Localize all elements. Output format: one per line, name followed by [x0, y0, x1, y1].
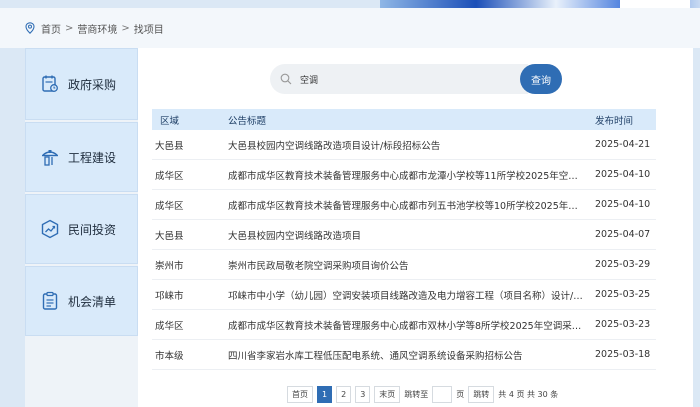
table-body: 大邑县 大邑县校园内空调线路改造项目设计/标段招标公告 2025-04-21 成华区成…	[152, 130, 656, 370]
row-region: 邛崃市	[155, 290, 184, 302]
breadcrumb-separator: >	[65, 22, 74, 34]
checklist-icon	[42, 291, 58, 310]
row-date: 2025-03-29	[595, 259, 651, 270]
last-page-button[interactable]: 末页	[374, 385, 401, 403]
table-row[interactable]: 大邑县 大邑县校园内空调线路改造项目设计/标段招标公告 2025-04-21	[152, 130, 656, 160]
page-number-input[interactable]	[432, 385, 453, 403]
row-date: 2025-03-23	[595, 319, 651, 330]
row-title-link[interactable]: 成都市成华区教育技术装备管理服务中心成都市双林小学等8所学校2025年空调采购.…	[228, 318, 593, 332]
row-date: 2025-04-21	[595, 139, 651, 150]
sidebar-item-label: 民间投资	[68, 222, 117, 237]
table-row[interactable]: 大邑县 大邑县校园内空调线路改造项目 2025-04-07	[152, 220, 656, 250]
row-date: 2025-03-25	[595, 289, 651, 300]
table-row[interactable]: 成华区 成都市成华区教育技术装备管理服务中心成都市龙潭小学校等11所学校2025年…	[152, 160, 656, 190]
page-button-3[interactable]: 3	[355, 385, 371, 403]
search-button[interactable]: 查询	[520, 64, 562, 94]
breadcrumb-separator: >	[121, 22, 130, 34]
sidebar-item-label: 机会清单	[68, 294, 117, 309]
header-title: 公告标题	[228, 115, 267, 127]
sidebar-item-label: 政府采购	[68, 77, 117, 92]
search-field[interactable]	[270, 64, 528, 94]
results-table: 区域 公告标题 发布时间 大邑县 大邑县校园内空调线路改造项目设计/标段招标公告 2…	[152, 109, 656, 370]
row-title-link[interactable]: 成都市成华区教育技术装备管理服务中心成都市列五书池学校等10所学校2025年空.…	[228, 198, 593, 212]
table-header: 区域 公告标题 发布时间	[152, 109, 656, 130]
jump-to-label: 跳转至	[404, 389, 429, 399]
sidebar-item-engineering-construction[interactable]: 工程建设	[25, 122, 138, 192]
first-page-button[interactable]: 首页	[287, 385, 313, 403]
procurement-icon	[42, 75, 58, 92]
row-title-link[interactable]: 大邑县校园内空调线路改造项目	[228, 228, 593, 242]
header-region: 区域	[160, 115, 180, 127]
header-date: 发布时间	[595, 115, 634, 127]
pagination-summary: 共 4 页 共 30 条	[498, 389, 559, 399]
sidebar-item-private-investment[interactable]: 民间投资	[25, 194, 138, 264]
sidebar-item-label: 工程建设	[68, 150, 117, 165]
page-unit-label: 页	[456, 389, 465, 399]
row-title-link[interactable]: 大邑县校园内空调线路改造项目设计/标段招标公告	[228, 138, 593, 152]
row-date: 2025-03-18	[595, 349, 651, 360]
search-icon	[280, 73, 292, 85]
row-region: 成华区	[155, 170, 184, 182]
row-title-link[interactable]: 四川省李家岩水库工程低压配电系统、通风空调系统设备采购招标公告	[228, 348, 593, 362]
sidebar-item-opportunity-list[interactable]: 机会清单	[25, 266, 138, 336]
table-row[interactable]: 邛崃市 邛崃市中小学（幼儿园）空调安装项目线路改造及电力增容工程（项目名称）设计/…	[152, 280, 656, 310]
row-title-link[interactable]: 成都市成华区教育技术装备管理服务中心成都市龙潭小学校等11所学校2025年空调.…	[228, 168, 593, 182]
table-row[interactable]: 崇州市 崇州市民政局敬老院空调采购项目询价公告 2025-03-29	[152, 250, 656, 280]
row-region: 大邑县	[155, 230, 184, 242]
row-date: 2025-04-10	[595, 199, 651, 210]
pagination: 首页 1 2 3 末页 跳转至 页 跳转 共 4 页 共 30 条	[287, 385, 562, 403]
sidebar-item-government-procurement[interactable]: 政府采购	[25, 48, 138, 120]
row-title-link[interactable]: 崇州市民政局敬老院空调采购项目询价公告	[228, 258, 593, 272]
row-region: 大邑县	[155, 140, 184, 152]
table-row[interactable]: 成华区 成都市成华区教育技术装备管理服务中心成都市列五书池学校等10所学校2025…	[152, 190, 656, 220]
row-region: 成华区	[155, 200, 184, 212]
row-region: 崇州市	[155, 260, 184, 272]
page-button-2[interactable]: 2	[336, 385, 352, 403]
table-row[interactable]: 市本级 四川省李家岩水库工程低压配电系统、通风空调系统设备采购招标公告 2025-0…	[152, 340, 656, 370]
jump-button[interactable]: 跳转	[468, 385, 495, 403]
row-title-link[interactable]: 邛崃市中小学（幼儿园）空调安装项目线路改造及电力增容工程（项目名称）设计/标..…	[228, 288, 593, 302]
row-region: 成华区	[155, 320, 184, 332]
investment-icon	[41, 219, 59, 239]
search-input[interactable]	[300, 74, 500, 84]
breadcrumb: 首页 > 营商环境 > 找项目	[0, 8, 700, 48]
breadcrumb-home[interactable]: 首页	[41, 21, 61, 36]
page-button-1[interactable]: 1	[317, 385, 333, 403]
row-date: 2025-04-07	[595, 229, 651, 240]
table-row[interactable]: 成华区 成都市成华区教育技术装备管理服务中心成都市双林小学等8所学校2025年空调…	[152, 310, 656, 340]
row-region: 市本级	[155, 350, 184, 362]
search-bar: 查询	[270, 64, 562, 94]
construction-icon	[42, 150, 58, 166]
breadcrumb-find-project: 找项目	[133, 24, 164, 36]
location-pin-icon	[25, 22, 35, 34]
breadcrumb-business-environment[interactable]: 营商环境	[77, 21, 117, 36]
row-date: 2025-04-10	[595, 169, 651, 180]
